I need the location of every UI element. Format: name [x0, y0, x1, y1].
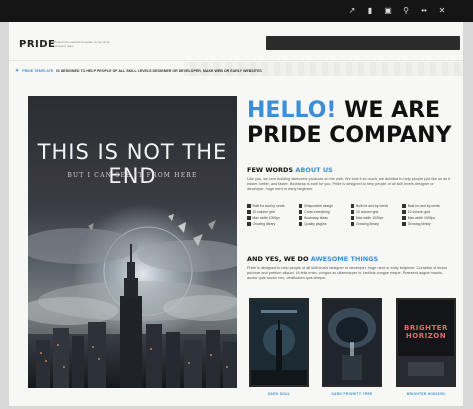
site-tagline: Responsive website template by the pride…: [54, 40, 110, 48]
hero-heading-line1: HELLO! WE ARE: [247, 98, 440, 124]
feature-item: Max width 1000px: [350, 216, 401, 220]
feature-label: Growing library: [407, 222, 431, 226]
feature-icon: [298, 222, 303, 226]
feature-item: Built for and by nerds: [350, 204, 401, 208]
feature-item: Growing library: [402, 222, 452, 226]
feature-icon: [298, 216, 303, 220]
feature-item: 10 column grid: [402, 210, 452, 214]
browser-toolbar: ↗ ▮ ▣ ⚲ •• ✕: [0, 0, 473, 22]
thumb-caption[interactable]: BRIGHTER HORIZON: [396, 392, 456, 396]
feature-item: Bootstrap ideas: [298, 216, 349, 220]
feature-item: Cross everything: [298, 210, 349, 214]
feature-item: Built for and by nerds: [247, 204, 297, 208]
about-heading-b: ABOUT US: [295, 166, 333, 174]
feature-icon: [350, 222, 354, 226]
web-page: PRIDE Responsive website template by the…: [9, 22, 463, 406]
work-heading-a: AND YES, WE DO: [247, 255, 309, 263]
thumb-art: [398, 300, 454, 385]
about-body: Like you, we love building awesome produ…: [247, 177, 451, 192]
feature-label: 10 column grid: [407, 210, 430, 214]
ticker-text: IS DESIGNED TO HELP PEOPLE OF ALL SKILL …: [56, 69, 262, 73]
feature-label: Built for and by nerds: [252, 204, 285, 208]
feature-label: Bootstrap ideas: [304, 216, 328, 220]
poster-subtitle: BUT I CAN SEE IT FROM HERE: [67, 172, 198, 179]
feature-icon: [247, 216, 251, 220]
work-body: Pride is designed to help people of all …: [247, 266, 448, 281]
feature-label: Responsive design: [304, 204, 333, 208]
feature-label: Growing library: [356, 222, 379, 226]
portfolio-thumb[interactable]: BRIGHTER HORIZON: [396, 298, 456, 387]
feature-item: Max width 1000px: [402, 216, 452, 220]
bookmark-icon[interactable]: ⚲: [401, 5, 411, 17]
feature-icon: [350, 210, 354, 214]
portfolio-thumb[interactable]: [322, 298, 382, 387]
feature-icon: [350, 204, 354, 208]
thumb-caption[interactable]: DARK PRIORITY TREE: [322, 392, 382, 396]
megaphone-icon: ✦: [15, 68, 20, 74]
feature-item: Growing library: [247, 222, 297, 226]
feature-item: Growing library: [350, 222, 401, 226]
feature-icon: [350, 216, 354, 220]
feature-label: Built for and by nerds: [407, 204, 440, 208]
feature-label: 10 column grid: [252, 210, 275, 214]
feature-item: Quality plugins: [298, 222, 349, 226]
feature-icon: [402, 222, 406, 226]
feature-label: Built for and by nerds: [356, 204, 389, 208]
work-heading: AND YES, WE DO AWESOME THINGS: [247, 255, 378, 263]
header-search-bar[interactable]: [266, 36, 460, 50]
feature-label: Growing library: [252, 222, 276, 226]
feature-icon: [247, 210, 251, 214]
page-icon[interactable]: ▣: [383, 5, 393, 17]
feature-label: 10 column grid: [356, 210, 379, 214]
feature-item: Max width 1000px: [247, 216, 297, 220]
thumb-art: [251, 300, 307, 385]
close-icon[interactable]: ✕: [437, 5, 447, 17]
hero-heading-line2: PRIDE COMPANY: [247, 123, 452, 148]
thumb-art: [324, 300, 380, 385]
hero-hello: HELLO!: [247, 98, 337, 123]
toolbar-icons: ↗ ▮ ▣ ⚲ •• ✕: [347, 5, 447, 17]
portfolio-thumb[interactable]: [249, 298, 309, 387]
ticker-bar: ✦ PRIDE TEMPLATE IS DESIGNED TO HELP PEO…: [15, 68, 262, 74]
feature-icon: [402, 216, 406, 220]
thumb-title: BRIGHTER HORIZON: [404, 324, 448, 340]
about-heading: FEW WORDS ABOUT US: [247, 166, 333, 174]
about-heading-a: FEW WORDS: [247, 166, 294, 174]
site-logo[interactable]: PRIDE: [19, 39, 55, 50]
feature-label: Max width 1000px: [252, 216, 280, 220]
work-heading-b: AWESOME THINGS: [310, 255, 379, 263]
thumb-caption[interactable]: DARK SOUL: [249, 392, 309, 396]
feature-item: 10 column grid: [247, 210, 297, 214]
tab-icon[interactable]: ▮: [365, 5, 375, 17]
feature-item: Responsive design: [298, 204, 349, 208]
feature-icon: [298, 210, 303, 214]
feature-icon: [298, 204, 303, 208]
pin-icon[interactable]: ↗: [347, 5, 357, 17]
feature-label: Quality plugins: [304, 222, 327, 226]
header-divider: [9, 60, 463, 61]
feature-icon: [247, 204, 251, 208]
feature-list: Built for and by nerds Responsive design…: [247, 204, 452, 226]
feature-item: 10 column grid: [350, 210, 401, 214]
featured-poster[interactable]: THIS IS NOT THE END BUT I CAN SEE IT FRO…: [28, 96, 237, 388]
feature-icon: [402, 204, 406, 208]
poster-title: THIS IS NOT THE END: [37, 140, 228, 188]
feature-item: Built for and by nerds: [402, 204, 452, 208]
feature-label: Max width 1000px: [356, 216, 384, 220]
feature-icon: [247, 222, 251, 226]
feature-icon: [402, 210, 406, 214]
hero-we-are: WE ARE: [344, 98, 441, 123]
feature-label: Max width 1000px: [407, 216, 436, 220]
ticker-label[interactable]: PRIDE TEMPLATE: [22, 69, 53, 73]
more-icon[interactable]: ••: [419, 5, 429, 17]
feature-label: Cross everything: [304, 210, 330, 214]
